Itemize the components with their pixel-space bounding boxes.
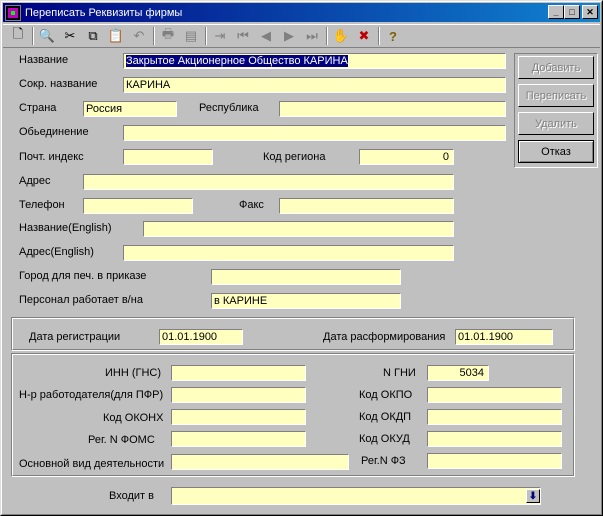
phone-label: Телефон (19, 199, 65, 211)
dissolution-date-input[interactable]: 01.01.1900 (455, 329, 553, 345)
parent-combo[interactable] (171, 487, 541, 505)
region-code-input[interactable]: 0 (359, 149, 454, 165)
help-icon[interactable]: ? (384, 27, 402, 45)
name-value: Закрытое Акционерное Общество КАРИНА (126, 55, 348, 67)
region-code-label: Код региона (263, 151, 326, 163)
maximize-button[interactable]: □ (564, 5, 580, 19)
association-label: Обьединение (19, 126, 89, 138)
minimize-icon: _ (553, 6, 559, 17)
preview-icon[interactable]: ▤ (182, 27, 200, 45)
staff-works-input[interactable]: в КАРИНЕ (211, 293, 401, 309)
find-icon[interactable]: 🔍 (38, 27, 56, 45)
cut-icon[interactable]: ✂ (61, 27, 79, 45)
phone-input[interactable] (83, 198, 193, 214)
app-icon[interactable] (5, 4, 21, 21)
close-button[interactable]: ✕ (582, 5, 598, 19)
main-activity-label: Основной вид деятельности (19, 458, 165, 470)
city-print-label: Город для печ. в приказе (19, 270, 147, 282)
postcode-input[interactable] (123, 149, 213, 165)
registration-date-label: Дата регистрации (29, 331, 121, 343)
next-icon[interactable]: ▶ (280, 27, 298, 45)
short-name-label: Сокр. название (19, 78, 98, 90)
prev-icon[interactable]: ◀ (257, 27, 275, 45)
first-icon[interactable]: ⏮ (234, 27, 252, 45)
okonh-label: Код ОКОНХ (103, 412, 164, 424)
fz-input[interactable] (427, 453, 562, 469)
delete-doc-icon[interactable]: ✖ (355, 27, 373, 45)
okpo-label: Код ОКПО (359, 389, 413, 401)
okdp-label: Код ОКДП (359, 411, 412, 423)
gni-input[interactable]: 5034 (427, 365, 489, 381)
association-input[interactable] (123, 125, 506, 141)
address-en-label: Адрес(English) (19, 246, 94, 258)
toolbar-separator (326, 27, 328, 45)
short-name-input[interactable]: КАРИНА (123, 77, 506, 93)
hand-icon[interactable]: ✋ (332, 27, 350, 45)
okonh-input[interactable] (171, 409, 306, 425)
action-button-group: Добавить Переписать Удалить Отказ (514, 53, 598, 168)
name-en-label: Название(English) (19, 222, 112, 234)
employer-no-label: Н-р работодателя(для ПФР) (19, 389, 164, 401)
last-icon[interactable]: ⏭ (303, 27, 321, 45)
toolbar-separator (378, 27, 380, 45)
okpo-input[interactable] (427, 387, 562, 403)
add-button[interactable]: Добавить (518, 56, 594, 79)
name-input[interactable]: Закрытое Акционерное Общество КАРИНА (123, 53, 506, 69)
okud-label: Код ОКУД (359, 433, 410, 445)
copy-icon[interactable]: ⧉ (84, 27, 102, 45)
title-bar[interactable]: Переписать Реквизиты фирмы _ □ ✕ (3, 3, 600, 22)
dialog-window: Переписать Реквизиты фирмы _ □ ✕ 🗋 🔍 ✂ ⧉… (0, 0, 603, 516)
staff-works-label: Персонал работает в/на (19, 294, 143, 306)
new-doc-icon[interactable]: 🗋 (9, 26, 27, 45)
country-input[interactable]: Россия (83, 101, 177, 117)
city-print-input[interactable] (211, 269, 401, 285)
employer-no-input[interactable] (171, 387, 306, 403)
okdp-input[interactable] (427, 409, 562, 425)
address-input[interactable] (83, 174, 454, 190)
cancel-button[interactable]: Отказ (518, 140, 594, 163)
name-label: Название (19, 54, 69, 66)
arrow-down-icon: ⬇ (528, 490, 538, 502)
registration-date-input[interactable]: 01.01.1900 (159, 329, 243, 345)
fax-label: Факс (239, 199, 264, 211)
toolbar-separator (205, 27, 207, 45)
inn-input[interactable] (171, 365, 306, 381)
minimize-button[interactable]: _ (548, 5, 564, 19)
republic-label: Республика (199, 102, 259, 114)
undo-icon[interactable]: ↶ (130, 27, 148, 45)
fax-input[interactable] (279, 198, 454, 214)
parent-dropdown-button[interactable]: ⬇ (526, 489, 540, 503)
parent-label: Входит в (109, 490, 154, 502)
delete-button[interactable]: Удалить (518, 112, 594, 135)
paste-icon[interactable]: 📋 (107, 27, 125, 45)
main-activity-input[interactable] (171, 454, 349, 470)
rewrite-button[interactable]: Переписать (518, 84, 594, 107)
toolbar: 🗋 🔍 ✂ ⧉ 📋 ↶ 🖶 ▤ ⇥ ⏮ ◀ ▶ ⏭ ✋ ✖ ? (3, 24, 600, 48)
toolbar-separator (32, 27, 34, 45)
foms-label: Рег. N ФОМС (88, 434, 155, 446)
okud-input[interactable] (427, 431, 562, 447)
address-label: Адрес (19, 175, 51, 187)
postcode-label: Почт. индекс (19, 151, 84, 163)
inn-label: ИНН (ГНС) (105, 367, 162, 379)
dissolution-date-label: Дата расформирования (323, 331, 446, 343)
gni-label: N ГНИ (383, 367, 416, 379)
name-en-input[interactable] (143, 221, 454, 237)
toolbar-separator (153, 27, 155, 45)
window-title: Переписать Реквизиты фирмы (25, 6, 183, 19)
foms-input[interactable] (171, 431, 306, 447)
fz-label: Рег.N ФЗ (361, 455, 406, 467)
maximize-icon: □ (569, 6, 575, 17)
address-en-input[interactable] (123, 245, 454, 261)
close-icon: ✕ (586, 6, 594, 17)
republic-input[interactable] (279, 101, 506, 117)
print-icon[interactable]: 🖶 (159, 26, 177, 45)
go-record-icon[interactable]: ⇥ (211, 27, 229, 45)
country-label: Страна (19, 102, 57, 114)
